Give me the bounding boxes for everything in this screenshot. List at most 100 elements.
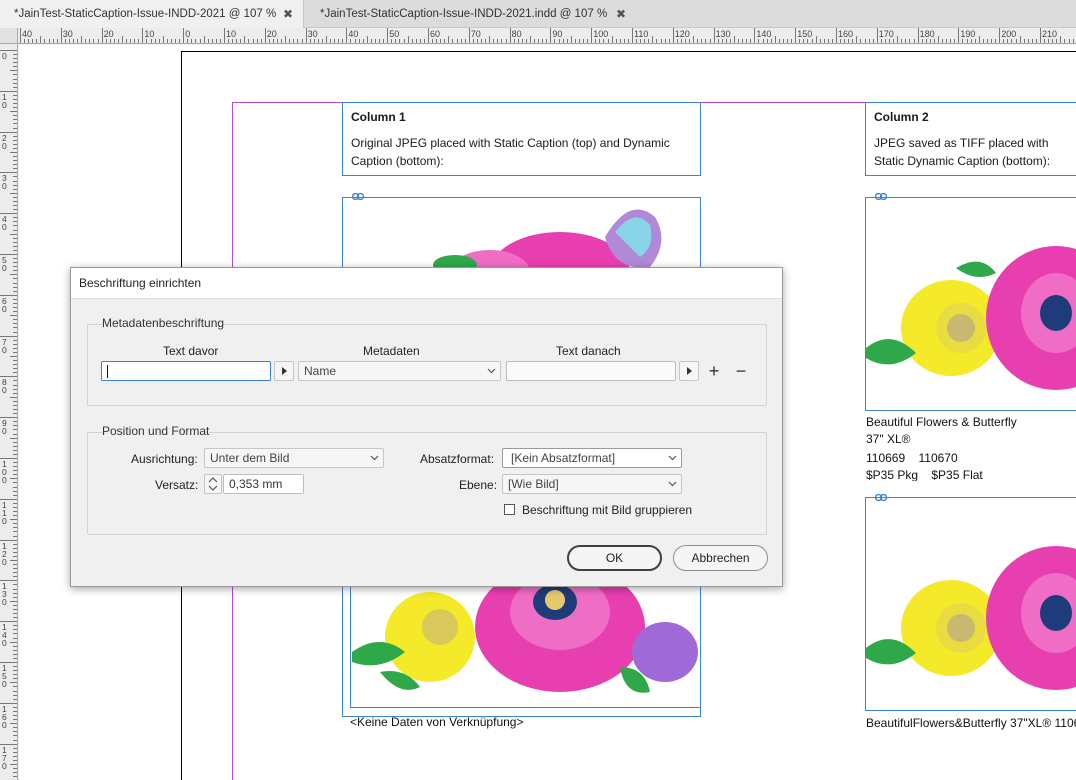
- insert-special-char-button-after[interactable]: [679, 361, 699, 381]
- column1-dynamic-caption[interactable]: <Keine Daten von Verknüpfung>: [350, 715, 702, 730]
- ruler-tick: [13, 188, 17, 190]
- text-before-input[interactable]: [101, 361, 271, 381]
- column2-text-frame[interactable]: Column 2 JPEG saved as TIFF placed with …: [865, 102, 1076, 176]
- ruler-tick: [13, 323, 17, 325]
- close-tab-icon[interactable]: ✖: [283, 0, 293, 28]
- ruler-label: 130: [2, 581, 7, 608]
- offset-stepper[interactable]: [204, 474, 222, 494]
- metadata-select[interactable]: Name: [298, 361, 501, 381]
- ruler-tick: [521, 39, 523, 43]
- ruler-tick: [244, 36, 246, 43]
- group-with-image-checkbox[interactable]: [504, 504, 515, 515]
- add-row-button[interactable]: +: [706, 362, 722, 380]
- ruler-tick: [13, 490, 17, 492]
- ruler-tick: [415, 39, 417, 43]
- column2-dynamic-caption[interactable]: BeautifulFlowers&Butterfly 37"XL® 11066: [866, 716, 1076, 731]
- metadata-select-value: Name: [304, 364, 337, 378]
- ruler-tick: [13, 147, 17, 149]
- offset-input[interactable]: 0,353 mm: [223, 474, 304, 494]
- vertical-ruler[interactable]: 0 10 20 30 40 50 60 70 80 90 100 110 120 130 140 150 160…: [0, 44, 18, 780]
- ruler-tick: [1072, 39, 1074, 43]
- ruler-tick: [13, 596, 17, 598]
- cancel-button[interactable]: Abbrechen: [673, 545, 768, 571]
- ruler-label: 150: [797, 29, 813, 39]
- ruler-tick: [1052, 39, 1054, 43]
- ruler-tick: [228, 39, 230, 43]
- ruler-tick: [10, 437, 17, 439]
- ruler-tick: [428, 28, 429, 43]
- ruler-tick: [13, 388, 17, 390]
- ruler-tick: [85, 39, 87, 43]
- tab-document-2[interactable]: *JainTest-StaticCaption-Issue-INDD-2021.…: [306, 0, 636, 28]
- ruler-tick: [109, 39, 111, 43]
- ruler-tick: [13, 278, 17, 280]
- close-tab-icon[interactable]: ✖: [616, 0, 626, 28]
- ok-button[interactable]: OK: [567, 545, 662, 571]
- ruler-label: 70: [470, 29, 481, 39]
- ruler-tick: [13, 759, 17, 761]
- ruler-tick: [313, 39, 315, 43]
- ruler-label: 50: [389, 29, 400, 39]
- remove-row-button[interactable]: −: [733, 362, 749, 380]
- dialog-title[interactable]: Beschriftung einrichten: [71, 268, 782, 299]
- tab-document-1[interactable]: *JainTest-StaticCaption-Issue-INDD-2021 …: [0, 0, 304, 28]
- ruler-tick: [632, 28, 633, 43]
- layer-select[interactable]: [Wie Bild]: [502, 474, 682, 494]
- ruler-tick: [542, 39, 544, 43]
- ruler-tick: [603, 39, 605, 43]
- ruler-tick: [60, 28, 62, 43]
- ruler-tick: [162, 36, 164, 43]
- ruler-tick: [501, 39, 503, 43]
- ruler-tick: [946, 39, 948, 43]
- ruler-tick: [13, 670, 17, 672]
- ruler-tick: [938, 36, 939, 43]
- ruler-tick: [13, 617, 17, 619]
- layer-value: [Wie Bild]: [508, 477, 559, 491]
- ruler-tick: [848, 39, 850, 43]
- alignment-select[interactable]: Unter dem Bild: [204, 448, 384, 468]
- ruler-tick: [432, 39, 434, 43]
- ruler-tick: [13, 588, 17, 590]
- stepper-arrows-icon: [208, 477, 218, 491]
- ruler-tick: [13, 449, 17, 451]
- ruler-tick: [729, 39, 731, 43]
- ruler-tick: [13, 168, 17, 170]
- link-icon[interactable]: [875, 494, 887, 501]
- ruler-tick: [13, 710, 17, 712]
- ruler-tick: [717, 39, 719, 43]
- link-icon[interactable]: [875, 193, 887, 200]
- column1-text-frame[interactable]: Column 1 Original JPEG placed with Stati…: [342, 102, 701, 176]
- insert-special-char-button[interactable]: [274, 361, 294, 381]
- ruler-tick: [758, 39, 760, 43]
- play-right-icon: [687, 367, 692, 375]
- ruler-tick: [897, 36, 899, 43]
- ruler-tick: [725, 39, 727, 43]
- ruler-tick: [289, 39, 291, 43]
- ruler-tick: [1023, 39, 1025, 43]
- ruler-tick: [811, 39, 813, 43]
- ruler-tick: [13, 298, 17, 300]
- ruler-tick: [10, 274, 17, 276]
- column2-description: JPEG saved as TIFF placed with Static Dy…: [874, 136, 1051, 168]
- ruler-tick: [534, 39, 536, 43]
- ruler-label: 20: [103, 29, 114, 39]
- ruler-tick: [13, 143, 17, 145]
- ruler-tick: [13, 302, 17, 304]
- ruler-tick: [819, 39, 821, 43]
- horizontal-ruler[interactable]: 40 30 20 10 0 10 20 30 40 50 60 70 80 90 100 110 120 130 1…: [18, 28, 1076, 44]
- text-before-label: Text davor: [163, 344, 219, 358]
- text-after-input[interactable]: [506, 361, 676, 381]
- ruler-tick: [656, 39, 658, 43]
- alignment-label: Ausrichtung:: [131, 452, 198, 466]
- ruler-tick: [570, 36, 572, 43]
- ruler-tick: [403, 39, 405, 43]
- ruler-tick: [166, 39, 168, 43]
- ruler-tick: [991, 39, 993, 43]
- ruler-origin[interactable]: [0, 28, 18, 44]
- ruler-tick: [411, 39, 413, 43]
- ruler-tick: [13, 629, 17, 631]
- paragraph-style-select[interactable]: [Kein Absatzformat]: [502, 448, 682, 468]
- ruler-tick: [746, 39, 748, 43]
- ruler-tick: [10, 682, 17, 684]
- ruler-tick: [795, 28, 797, 43]
